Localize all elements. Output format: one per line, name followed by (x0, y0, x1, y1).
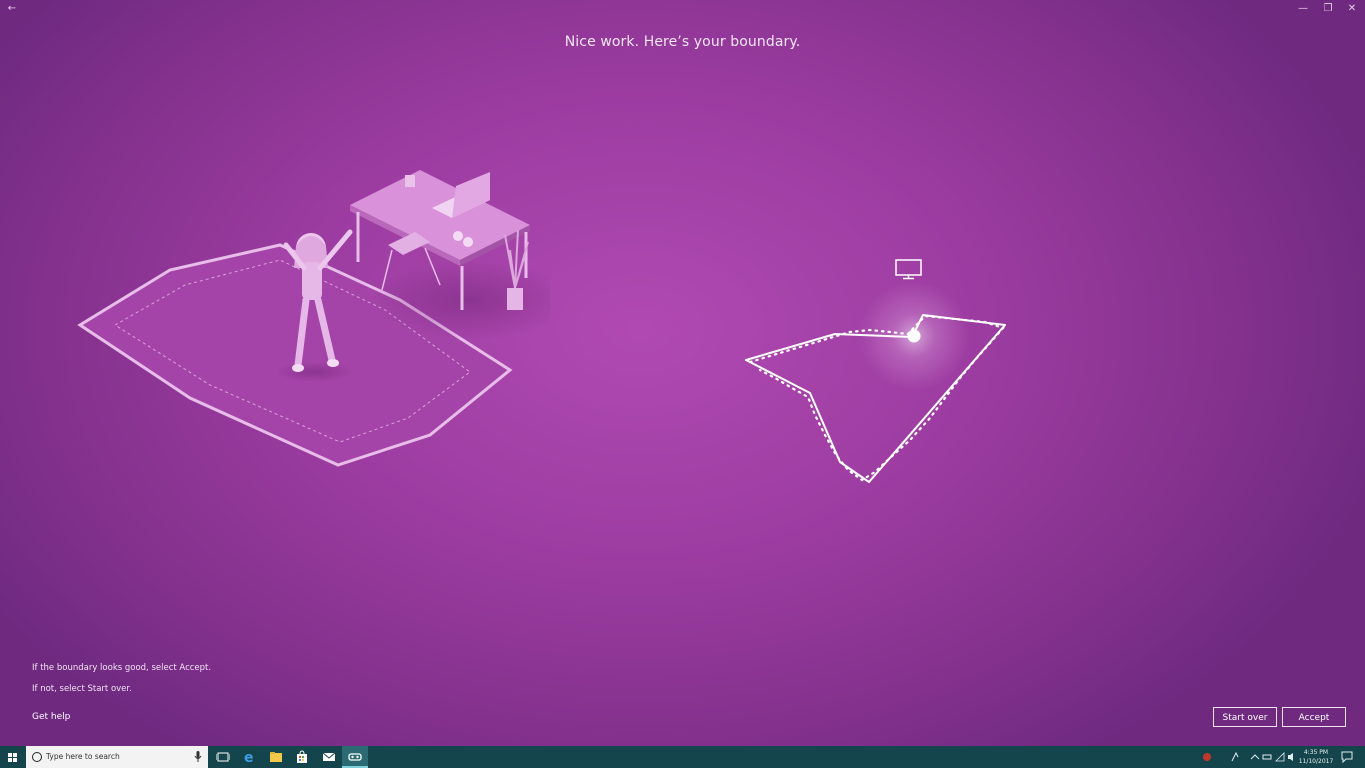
file-explorer-button[interactable] (263, 746, 289, 768)
pen-icon (1231, 751, 1239, 762)
task-view-button[interactable] (210, 746, 236, 768)
current-position-marker (907, 329, 921, 343)
action-center-icon[interactable] (1341, 751, 1353, 763)
chevron-up-icon (1250, 754, 1260, 760)
clock-time: 4:35 PM (1303, 749, 1329, 756)
network-icon (1275, 752, 1285, 762)
restore-button[interactable]: ❐ (1316, 0, 1340, 18)
close-button[interactable]: ✕ (1340, 0, 1364, 18)
store-icon (297, 750, 307, 763)
taskbar-search[interactable]: Type here to search (26, 746, 208, 768)
get-help-link[interactable]: Get help (32, 712, 70, 722)
store-button[interactable] (289, 746, 315, 768)
instruction-accept: If the boundary looks good, select Accep… (32, 663, 212, 673)
taskbar-clock[interactable]: 4:35 PM 11/10/2017 (1296, 748, 1336, 766)
back-button[interactable]: ← (0, 0, 24, 18)
notification-status-icon (1203, 753, 1211, 761)
folder-icon (270, 752, 282, 762)
accept-button[interactable]: Accept (1282, 707, 1346, 727)
traced-boundary-map (745, 259, 1006, 483)
instructions: If the boundary looks good, select Accep… (32, 663, 211, 704)
start-over-button[interactable]: Start over (1213, 707, 1277, 727)
svg-text:e: e (244, 750, 254, 764)
windows-logo-icon (8, 753, 17, 762)
task-view-icon (216, 752, 230, 762)
boundary-illustration (77, 170, 550, 467)
start-button[interactable] (0, 746, 26, 768)
mixed-reality-icon (348, 753, 362, 761)
mail-icon (322, 752, 336, 761)
edge-button[interactable]: e (237, 746, 263, 768)
minimize-button[interactable]: — (1291, 0, 1315, 18)
microphone-icon[interactable] (194, 751, 202, 763)
clock-date: 11/10/2017 (1298, 758, 1334, 765)
taskbar: Type here to search e 4:35 PM 11/10/2017 (0, 746, 1365, 768)
mixed-reality-portal-button[interactable] (342, 746, 368, 768)
instruction-start-over: If not, select Start over. (32, 683, 132, 694)
cortana-icon (32, 752, 42, 762)
edge-icon: e (244, 750, 254, 764)
monitor-icon (895, 259, 922, 280)
volume-icon (1288, 753, 1293, 761)
mixed-reality-setup-window: ← — ❐ ✕ Nice work. Here’s your boundary. (0, 0, 1365, 746)
battery-icon (1262, 754, 1272, 760)
search-placeholder: Type here to search (46, 752, 120, 761)
system-tray (1203, 751, 1293, 762)
page-title: Nice work. Here’s your boundary. (564, 34, 801, 50)
mail-button[interactable] (316, 746, 342, 768)
